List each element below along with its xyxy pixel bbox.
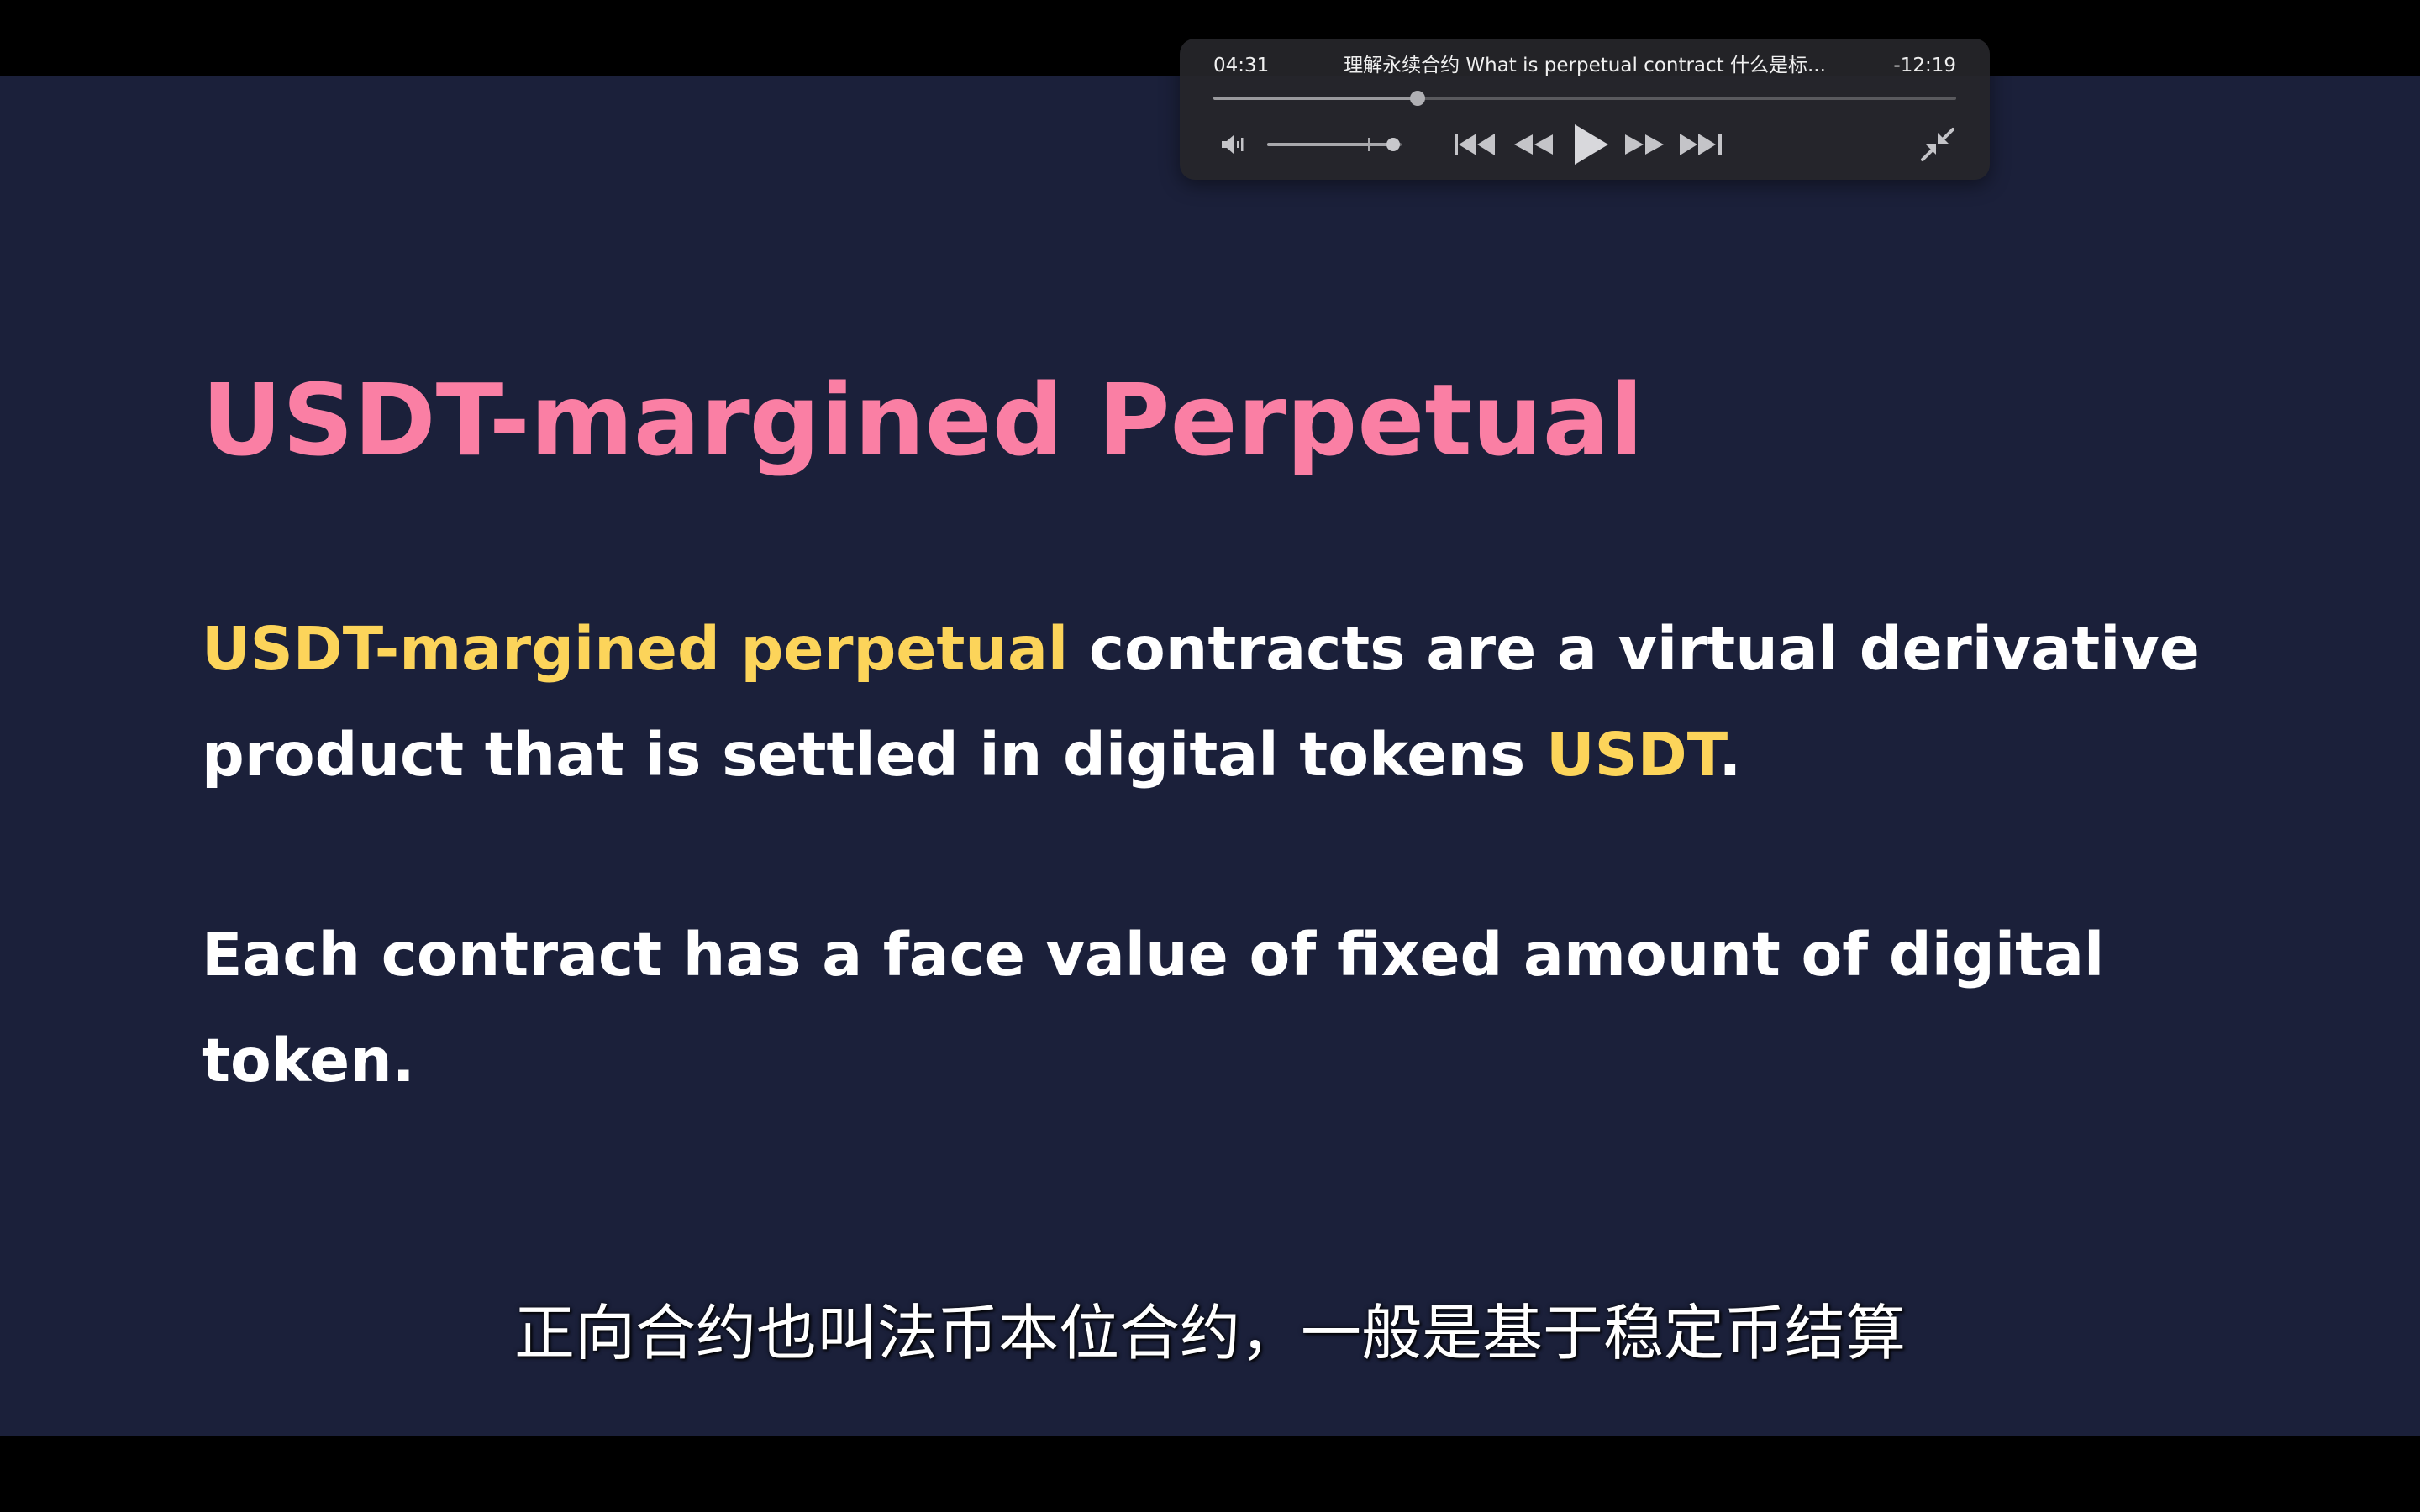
volume-tick [1368, 138, 1370, 151]
skip-back-button[interactable] [1452, 119, 1501, 170]
rewind-button[interactable] [1509, 119, 1558, 170]
fast-forward-button[interactable] [1620, 119, 1669, 170]
slide-paragraph-2: Each contract has a face value of fixed … [202, 920, 2105, 1095]
elapsed-time: 04:31 [1213, 55, 1270, 76]
volume-fill [1267, 143, 1394, 146]
skip-forward-button[interactable] [1674, 119, 1726, 170]
player-controls-hud[interactable]: 04:31 理解永续合约 What is perpetual contract … [1180, 39, 1990, 180]
progress-thumb[interactable] [1410, 91, 1426, 106]
play-icon [1570, 123, 1610, 166]
video-frame[interactable]: USDT-margined Perpetual USDT-margined pe… [0, 76, 2420, 1436]
volume-thumb[interactable] [1386, 138, 1401, 151]
controls-row [1180, 119, 1990, 170]
video-subtitle: 正向合约也叫法币本位合约，一般是基于稳定币结算 [513, 1298, 1906, 1368]
exit-fullscreen-icon [1919, 126, 1956, 163]
fast-forward-icon [1622, 130, 1667, 159]
highlight-usdt-margined-perpetual: USDT-margined perpetual [202, 614, 1069, 684]
progress-scrubber[interactable] [1213, 91, 1956, 106]
skip-forward-icon [1676, 130, 1723, 159]
slide-paragraph-1: USDT-margined perpetual contracts are a … [202, 596, 2235, 808]
volume-slider[interactable] [1267, 138, 1402, 151]
slide-title: USDT-margined Perpetual [202, 362, 1644, 478]
speaker-icon [1219, 133, 1248, 156]
skip-back-icon [1453, 130, 1500, 159]
progress-fill [1213, 97, 1418, 100]
remaining-time: -12:19 [1893, 55, 1956, 76]
paragraph-1-period: . [1718, 720, 1742, 790]
play-button[interactable] [1566, 119, 1613, 170]
mute-button[interactable] [1217, 119, 1250, 170]
highlight-usdt: USDT [1545, 720, 1719, 790]
rewind-icon [1511, 130, 1556, 159]
exit-fullscreen-button[interactable] [1918, 119, 1958, 170]
video-title: 理解永续合约 What is perpetual contract 什么是标..… [1344, 55, 1826, 76]
screen: USDT-margined Perpetual USDT-margined pe… [0, 0, 2420, 1512]
